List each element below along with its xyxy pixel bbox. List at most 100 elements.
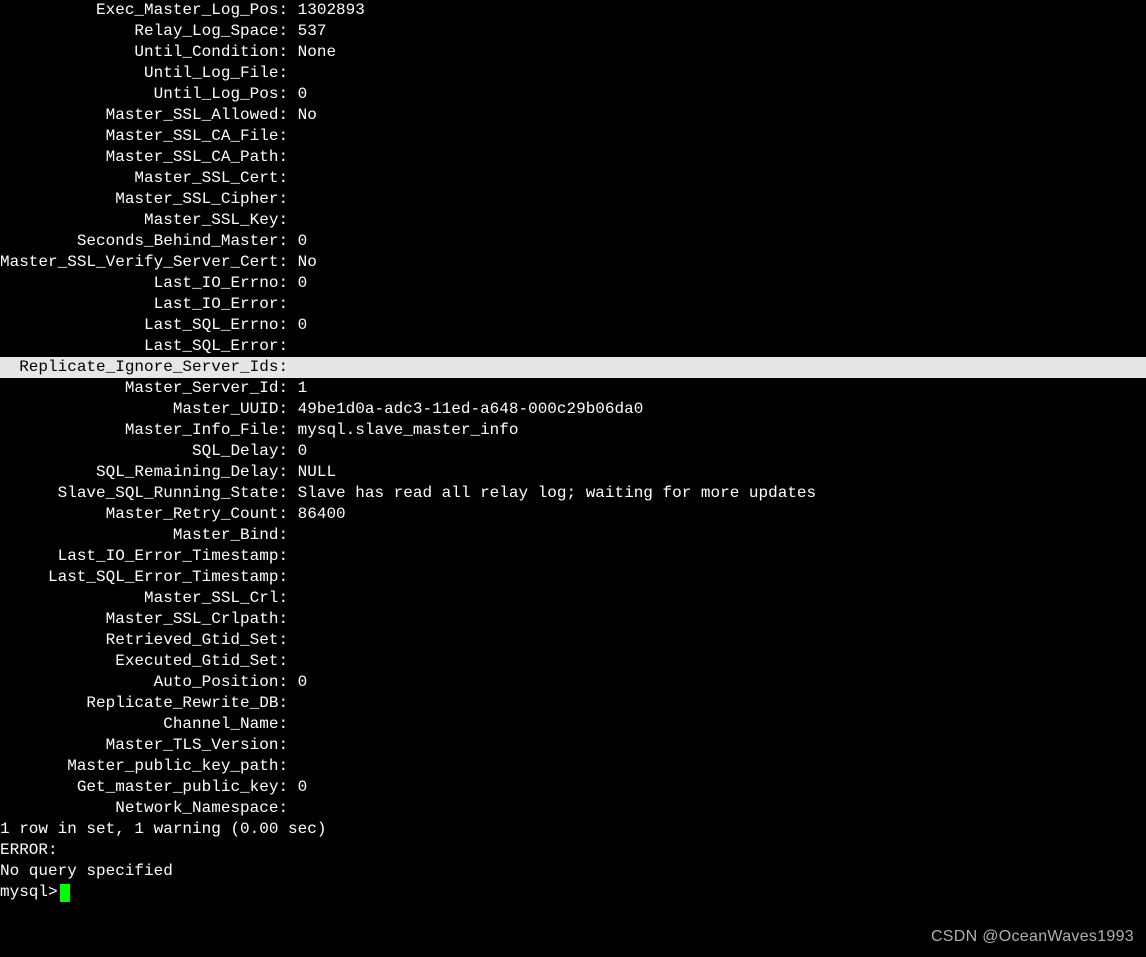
- status-key: Master_TLS_Version:: [0, 735, 288, 756]
- mysql-prompt[interactable]: mysql>: [0, 882, 1146, 903]
- status-value: NULL: [288, 462, 336, 483]
- status-key: Master_SSL_Cipher:: [0, 189, 288, 210]
- status-key: Master_SSL_Key:: [0, 210, 288, 231]
- status-key: Last_SQL_Errno:: [0, 315, 288, 336]
- status-row: Retrieved_Gtid_Set:: [0, 630, 1146, 651]
- status-row: Master_Retry_Count: 86400: [0, 504, 1146, 525]
- status-key: Network_Namespace:: [0, 798, 288, 819]
- status-row: Master_SSL_CA_File:: [0, 126, 1146, 147]
- status-row: SQL_Delay: 0: [0, 441, 1146, 462]
- status-key: Master_Info_File:: [0, 420, 288, 441]
- status-key: Channel_Name:: [0, 714, 288, 735]
- status-row: Last_IO_Errno: 0: [0, 273, 1146, 294]
- status-key: Master_SSL_Verify_Server_Cert:: [0, 252, 288, 273]
- status-row: Last_IO_Error_Timestamp:: [0, 546, 1146, 567]
- status-row: Channel_Name:: [0, 714, 1146, 735]
- status-key: Executed_Gtid_Set:: [0, 651, 288, 672]
- status-value: Slave has read all relay log; waiting fo…: [288, 483, 816, 504]
- status-row: Auto_Position: 0: [0, 672, 1146, 693]
- status-key: Last_IO_Error_Timestamp:: [0, 546, 288, 567]
- status-key: Master_SSL_CA_File:: [0, 126, 288, 147]
- status-row: Executed_Gtid_Set:: [0, 651, 1146, 672]
- status-row: Last_IO_Error:: [0, 294, 1146, 315]
- status-value: mysql.slave_master_info: [288, 420, 518, 441]
- status-row: Master_SSL_Crlpath:: [0, 609, 1146, 630]
- status-key: Master_Server_Id:: [0, 378, 288, 399]
- status-row: Last_SQL_Errno: 0: [0, 315, 1146, 336]
- status-value: 0: [288, 231, 307, 252]
- status-key: Last_SQL_Error_Timestamp:: [0, 567, 288, 588]
- status-row: Master_SSL_Crl:: [0, 588, 1146, 609]
- status-key: Last_IO_Error:: [0, 294, 288, 315]
- status-value: 1302893: [288, 0, 365, 21]
- status-value: 537: [288, 21, 326, 42]
- status-key: Relay_Log_Space:: [0, 21, 288, 42]
- status-key: Master_SSL_Cert:: [0, 168, 288, 189]
- cursor-icon: [60, 884, 70, 902]
- status-row: Master_SSL_Key:: [0, 210, 1146, 231]
- status-key: Get_master_public_key:: [0, 777, 288, 798]
- status-value: No: [288, 105, 317, 126]
- status-key: Master_SSL_Crlpath:: [0, 609, 288, 630]
- status-value: None: [288, 42, 336, 63]
- status-key: SQL_Delay:: [0, 441, 288, 462]
- status-row: Master_SSL_Cipher:: [0, 189, 1146, 210]
- status-row: Last_SQL_Error_Timestamp:: [0, 567, 1146, 588]
- status-value: 86400: [288, 504, 346, 525]
- status-row: Master_UUID: 49be1d0a-adc3-11ed-a648-000…: [0, 399, 1146, 420]
- status-key: Retrieved_Gtid_Set:: [0, 630, 288, 651]
- status-row: Exec_Master_Log_Pos: 1302893: [0, 0, 1146, 21]
- status-key: Master_Bind:: [0, 525, 288, 546]
- watermark-text: CSDN @OceanWaves1993: [931, 926, 1134, 947]
- status-key: Last_SQL_Error:: [0, 336, 288, 357]
- result-summary: 1 row in set, 1 warning (0.00 sec): [0, 819, 1146, 840]
- status-row: Master_Server_Id: 1: [0, 378, 1146, 399]
- status-key: Master_Retry_Count:: [0, 504, 288, 525]
- status-row: Until_Condition: None: [0, 42, 1146, 63]
- status-row: Replicate_Rewrite_DB:: [0, 693, 1146, 714]
- status-key: Seconds_Behind_Master:: [0, 231, 288, 252]
- status-row: Last_SQL_Error:: [0, 336, 1146, 357]
- status-row: Network_Namespace:: [0, 798, 1146, 819]
- status-row: Master_SSL_Cert:: [0, 168, 1146, 189]
- status-key: Master_UUID:: [0, 399, 288, 420]
- status-row: Master_TLS_Version:: [0, 735, 1146, 756]
- status-row: Master_Info_File: mysql.slave_master_inf…: [0, 420, 1146, 441]
- status-key: Until_Log_Pos:: [0, 84, 288, 105]
- status-key: Slave_SQL_Running_State:: [0, 483, 288, 504]
- prompt-text: mysql>: [0, 882, 58, 903]
- status-key: Exec_Master_Log_Pos:: [0, 0, 288, 21]
- status-key: Master_SSL_Allowed:: [0, 105, 288, 126]
- status-key: Until_Log_File:: [0, 63, 288, 84]
- status-row: Relay_Log_Space: 537: [0, 21, 1146, 42]
- status-value: 0: [288, 315, 307, 336]
- status-value: 0: [288, 777, 307, 798]
- status-value: 0: [288, 441, 307, 462]
- status-value: 0: [288, 84, 307, 105]
- status-row: Master_SSL_CA_Path:: [0, 147, 1146, 168]
- status-row: Until_Log_Pos: 0: [0, 84, 1146, 105]
- status-key: Last_IO_Errno:: [0, 273, 288, 294]
- error-label: ERROR:: [0, 840, 1146, 861]
- status-row: Master_public_key_path:: [0, 756, 1146, 777]
- status-key: SQL_Remaining_Delay:: [0, 462, 288, 483]
- status-row: Seconds_Behind_Master: 0: [0, 231, 1146, 252]
- terminal-output: Exec_Master_Log_Pos: 1302893Relay_Log_Sp…: [0, 0, 1146, 819]
- status-value: 49be1d0a-adc3-11ed-a648-000c29b06da0: [288, 399, 643, 420]
- status-value: 1: [288, 378, 307, 399]
- status-row: Until_Log_File:: [0, 63, 1146, 84]
- status-row: Master_Bind:: [0, 525, 1146, 546]
- error-message: No query specified: [0, 861, 1146, 882]
- status-value: 0: [288, 273, 307, 294]
- status-value: No: [288, 252, 317, 273]
- status-row: Slave_SQL_Running_State: Slave has read …: [0, 483, 1146, 504]
- status-row: Replicate_Ignore_Server_Ids:: [0, 357, 1146, 378]
- status-value: 0: [288, 672, 307, 693]
- status-key: Replicate_Rewrite_DB:: [0, 693, 288, 714]
- status-key: Until_Condition:: [0, 42, 288, 63]
- status-key: Auto_Position:: [0, 672, 288, 693]
- status-key: Master_public_key_path:: [0, 756, 288, 777]
- status-row: SQL_Remaining_Delay: NULL: [0, 462, 1146, 483]
- status-row: Master_SSL_Verify_Server_Cert: No: [0, 252, 1146, 273]
- status-key: Master_SSL_CA_Path:: [0, 147, 288, 168]
